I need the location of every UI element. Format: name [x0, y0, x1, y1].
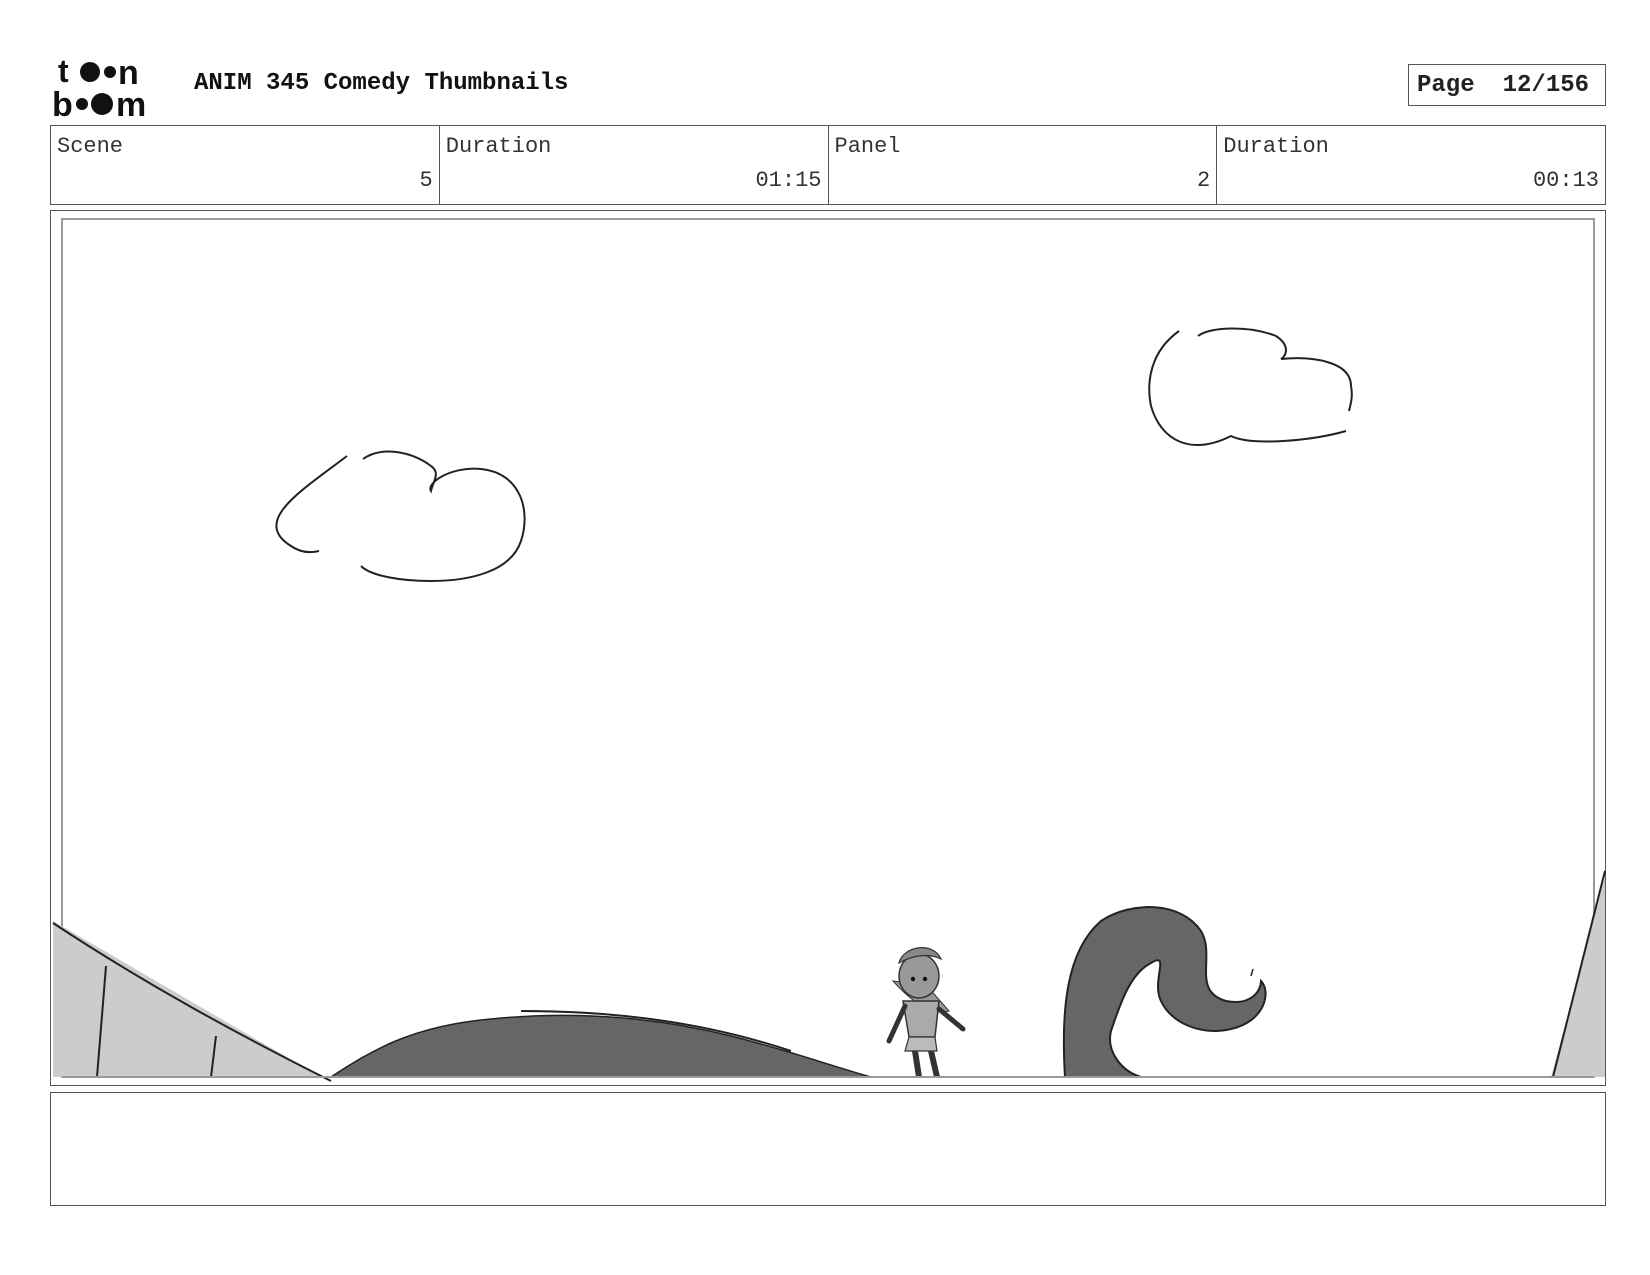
panel-duration-cell: Duration 00:13 [1217, 126, 1605, 204]
panel-notes-box[interactable] [50, 1092, 1606, 1206]
scene-duration-value: 01:15 [755, 168, 822, 193]
cloud-left [275, 450, 526, 583]
scene-duration-label: Duration [445, 134, 552, 159]
girl-figure [886, 947, 966, 1078]
panel-value: 2 [1197, 168, 1211, 193]
toon-boom-logo: t n b m [52, 54, 146, 118]
svg-text:m: m [116, 86, 146, 118]
panel-cell: Panel 2 [829, 126, 1218, 204]
page-number: 12/156 [1502, 71, 1590, 99]
page-label: Page [1417, 71, 1475, 99]
panel-label: Panel [834, 134, 901, 159]
svg-text:t: t [58, 54, 69, 89]
storyboard-panel-frame [50, 210, 1606, 1086]
scene-cell: Scene 5 [51, 126, 440, 204]
left-slope [53, 921, 321, 1077]
dark-hill [328, 1014, 872, 1078]
panel-info-strip: Scene 5 Duration 01:15 Panel 2 Duration … [50, 125, 1606, 205]
tentacle [1062, 906, 1267, 1078]
page-indicator: Page 12/156 [1408, 64, 1606, 106]
panel-duration-value: 00:13 [1532, 168, 1599, 193]
project-title: ANIM 345 Comedy Thumbnails [194, 70, 569, 97]
svg-text:b: b [52, 86, 73, 118]
cloud-right [1148, 327, 1353, 446]
scene-label: Scene [57, 134, 124, 159]
panel-duration-label: Duration [1223, 134, 1329, 159]
scene-duration-cell: Duration 01:15 [440, 126, 829, 204]
camera-frame [61, 218, 1595, 1078]
panel-drawing [52, 218, 1606, 1082]
scene-value: 5 [419, 168, 433, 193]
